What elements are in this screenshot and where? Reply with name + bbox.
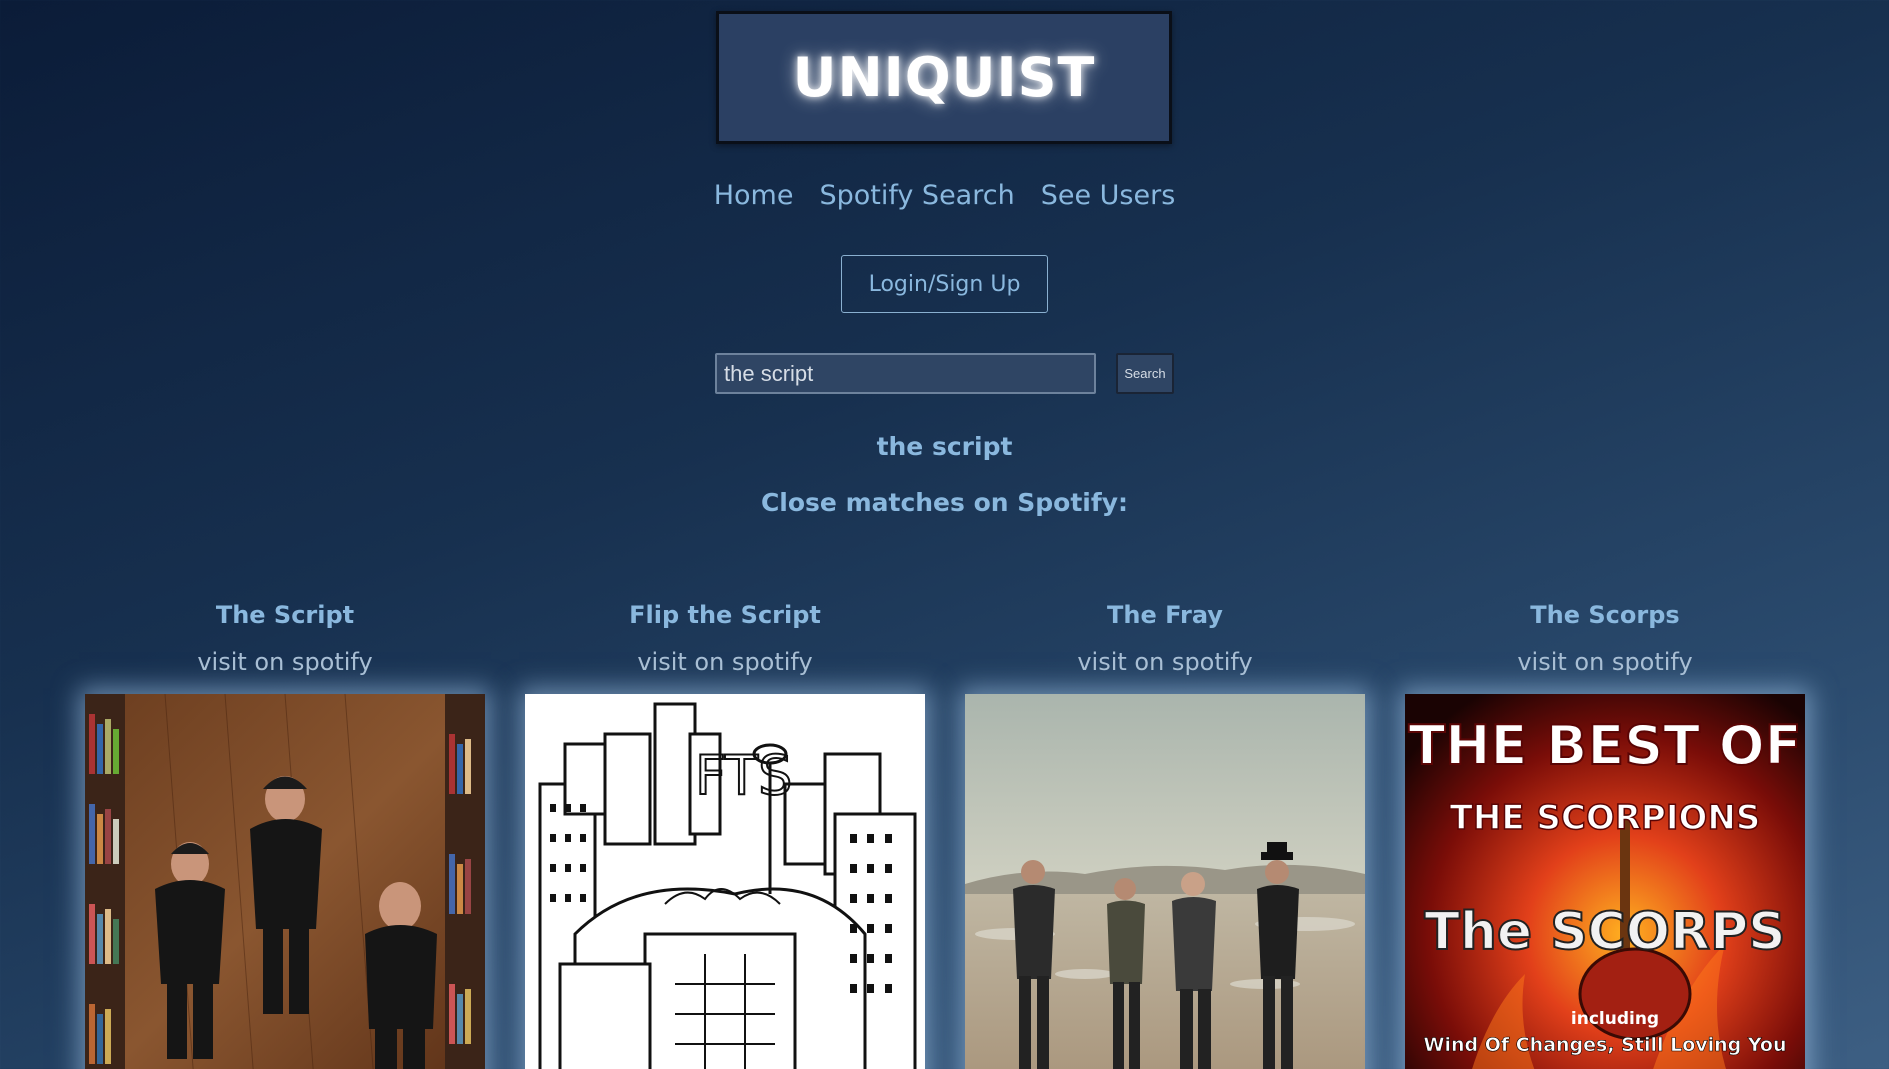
result-artist-name[interactable]: The Scorps [1530, 595, 1679, 635]
nav-spotify-search-link[interactable]: Spotify Search [819, 180, 1014, 211]
results-heading: Close matches on Spotify: [760, 488, 1129, 517]
result-card: The Fray visit on spotify [965, 595, 1365, 1069]
result-artist-name[interactable]: The Fray [1107, 595, 1223, 635]
site-logo: UNIQUIST [792, 46, 1096, 109]
search-query-echo: the script [876, 432, 1013, 461]
logo-box: UNIQUIST [716, 11, 1172, 144]
nav-home-link[interactable]: Home [714, 180, 794, 211]
cover-including-label: including [1571, 1009, 1659, 1029]
visit-spotify-link[interactable]: visit on spotify [637, 642, 812, 682]
band-photo-wood-floor-image[interactable] [85, 694, 485, 1069]
login-signup-button[interactable]: Login/Sign Up [841, 255, 1048, 313]
search-button[interactable]: Search [1116, 353, 1174, 394]
result-card: The Script visit on spotify [85, 595, 485, 1069]
visit-spotify-link[interactable]: visit on spotify [197, 642, 372, 682]
nav-see-users-link[interactable]: See Users [1041, 180, 1176, 211]
search-input[interactable] [715, 353, 1096, 394]
album-cover-scorps-image[interactable]: THE BEST OF THE SCORPIONS The SCORPS inc… [1405, 694, 1805, 1069]
main-nav: Home Spotify Search See Users [0, 180, 1889, 211]
visit-spotify-link[interactable]: visit on spotify [1517, 642, 1692, 682]
cover-title-line3: The SCORPS [1424, 902, 1785, 962]
result-card: The Scorps visit on spotify THE BEST OF … [1405, 595, 1805, 1069]
cover-track-list: Wind Of Changes, Still Loving You [1423, 1034, 1786, 1056]
cover-title-line1: THE BEST OF [1408, 714, 1801, 777]
band-photo-desert-image[interactable] [965, 694, 1365, 1069]
results-grid: The Script visit on spotify Flip the Scr… [85, 595, 1805, 1069]
result-artist-name[interactable]: Flip the Script [629, 595, 821, 635]
city-sketch-artwork-image[interactable]: FTS [525, 694, 925, 1069]
result-artist-name[interactable]: The Script [216, 595, 354, 635]
visit-spotify-link[interactable]: visit on spotify [1077, 642, 1252, 682]
result-card: Flip the Script visit on spotify FTS [525, 595, 925, 1069]
cover-title-line2: THE SCORPIONS [1450, 798, 1761, 838]
artwork-text: FTS [695, 744, 792, 807]
